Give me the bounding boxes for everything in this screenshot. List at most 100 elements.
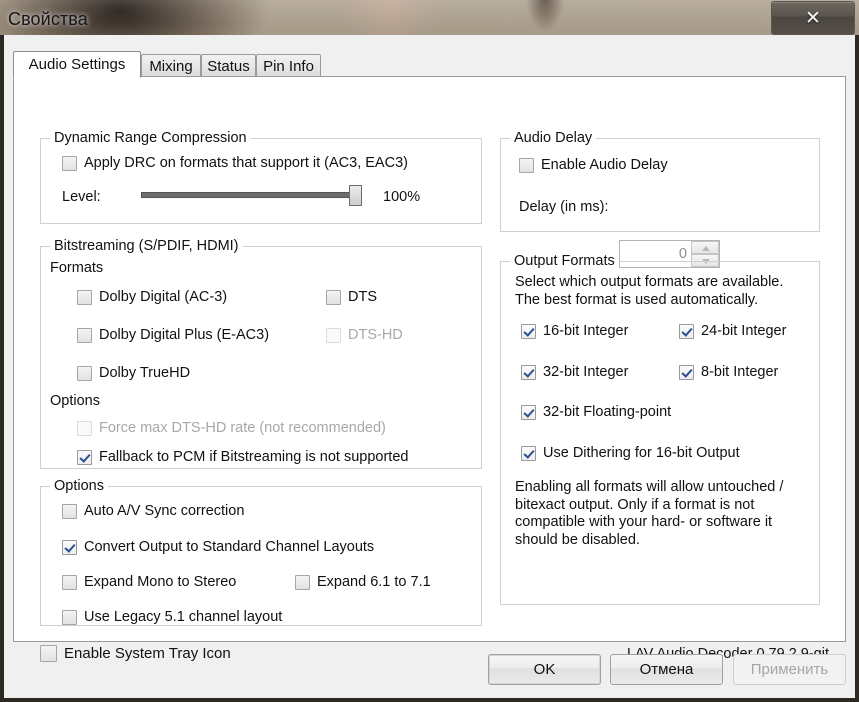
tab-audio-settings[interactable]: Audio Settings <box>13 51 141 78</box>
checkbox-box <box>521 323 536 339</box>
tab-label: Mixing <box>149 57 193 75</box>
checkbox-enable-audio-delay[interactable]: Enable Audio Delay <box>519 157 668 173</box>
formats-label: Formats <box>50 260 104 276</box>
checkbox-expand-mono-to-stereo[interactable]: Expand Mono to Stereo <box>62 574 236 590</box>
checkbox-box <box>77 449 92 465</box>
checkbox-label: Fallback to PCM if Bitstreaming is not s… <box>99 449 409 465</box>
apply-button: Применить <box>733 654 846 685</box>
checkbox-dolby-truehd[interactable]: Dolby TrueHD <box>77 365 190 381</box>
checkbox-label: Force max DTS-HD rate (not recommended) <box>99 420 386 436</box>
checkbox-label: Use Legacy 5.1 channel layout <box>84 609 283 625</box>
checkbox-box <box>62 155 77 171</box>
audio-settings-panel: Dynamic Range Compression Apply DRC on f… <box>13 76 846 662</box>
checkbox-label: Auto A/V Sync correction <box>84 503 245 519</box>
checkbox-box <box>62 609 77 625</box>
close-icon: ✕ <box>805 7 821 29</box>
tab-pin-info[interactable]: Pin Info <box>256 54 321 77</box>
checkbox-dolby-digital[interactable]: Dolby Digital (AC-3) <box>77 289 227 305</box>
tab-label: Pin Info <box>263 57 314 75</box>
checkbox-label: 16-bit Integer <box>543 323 629 339</box>
level-label: Level: <box>62 189 101 205</box>
tab-mixing[interactable]: Mixing <box>141 54 201 77</box>
output-formats-footnote: Enabling all formats will allow untouche… <box>515 479 784 548</box>
checkbox-label: Expand 6.1 to 7.1 <box>317 574 431 590</box>
checkbox-box <box>521 404 536 420</box>
options-group: Options Auto A/V Sync correction Convert… <box>40 478 482 626</box>
checkbox-label: DTS-HD <box>348 327 403 343</box>
chevron-up-icon <box>702 246 710 251</box>
checkbox-use-dithering-16-bit[interactable]: Use Dithering for 16-bit Output <box>521 445 740 461</box>
ok-button[interactable]: OK <box>488 654 601 685</box>
checkbox-32-bit-floating-point[interactable]: 32-bit Floating-point <box>521 404 671 420</box>
checkbox-dts-hd: DTS-HD <box>326 327 403 343</box>
level-value: 100% <box>383 189 421 205</box>
checkbox-label: 8-bit Integer <box>701 364 779 380</box>
checkbox-legacy-51-layout[interactable]: Use Legacy 5.1 channel layout <box>62 609 282 625</box>
button-label: Отмена <box>639 661 694 678</box>
checkbox-16-bit-integer[interactable]: 16-bit Integer <box>521 323 628 339</box>
checkbox-box <box>295 574 310 590</box>
audio-delay-group: Audio Delay Enable Audio Delay Delay (in… <box>500 130 820 232</box>
group-title: Audio Delay <box>510 130 597 146</box>
checkbox-fallback-to-pcm[interactable]: Fallback to PCM if Bitstreaming is not s… <box>77 449 408 465</box>
dynamic-range-compression-group: Dynamic Range Compression Apply DRC on f… <box>40 130 482 224</box>
group-title: Dynamic Range Compression <box>50 130 251 146</box>
checkbox-box <box>326 289 341 305</box>
checkbox-32-bit-integer[interactable]: 32-bit Integer <box>521 364 628 380</box>
checkbox-label: Enable System Tray Icon <box>64 645 231 662</box>
tab-strip: Audio Settings Mixing Status Pin Info <box>13 51 846 78</box>
checkbox-label: DTS <box>348 289 377 305</box>
checkbox-box <box>77 420 92 436</box>
checkbox-dts[interactable]: DTS <box>326 289 377 305</box>
checkbox-label: Expand Mono to Stereo <box>84 574 237 590</box>
checkbox-box <box>40 645 57 662</box>
delay-label: Delay (in ms): <box>519 199 609 215</box>
apply-drc-checkbox[interactable]: Apply DRC on formats that support it (AC… <box>62 155 408 171</box>
checkbox-label: 32-bit Integer <box>543 364 629 380</box>
slider-thumb[interactable] <box>349 185 362 206</box>
checkbox-box <box>521 445 536 461</box>
drc-level-slider[interactable] <box>141 185 373 206</box>
tab-label: Audio Settings <box>28 56 126 73</box>
checkbox-label: Dolby TrueHD <box>99 365 191 381</box>
output-formats-description: Select which output formats are availabl… <box>515 274 784 308</box>
group-title: Bitstreaming (S/PDIF, HDMI) <box>50 238 243 254</box>
checkbox-label: Use Dithering for 16-bit Output <box>543 445 740 461</box>
dialog-client-area: Audio Settings Mixing Status Pin Info Dy… <box>4 35 855 694</box>
bitstreaming-group: Bitstreaming (S/PDIF, HDMI) Formats Dolb… <box>40 238 482 469</box>
checkbox-expand-61-to-71[interactable]: Expand 6.1 to 7.1 <box>295 574 431 590</box>
checkbox-box <box>521 364 536 380</box>
output-formats-group: Output Formats Select which output forma… <box>500 253 820 605</box>
checkbox-label: 32-bit Floating-point <box>543 404 672 420</box>
group-title: Output Formats <box>510 253 619 269</box>
checkbox-box <box>77 327 92 343</box>
checkbox-label: Dolby Digital (AC-3) <box>99 289 228 305</box>
delay-value: 0 <box>678 246 687 262</box>
checkbox-box <box>77 365 92 381</box>
checkbox-label: 24-bit Integer <box>701 323 787 339</box>
close-button[interactable]: ✕ <box>771 1 855 35</box>
checkbox-box <box>519 157 534 173</box>
checkbox-box <box>62 503 77 519</box>
checkbox-box <box>326 327 341 343</box>
cancel-button[interactable]: Отмена <box>610 654 723 685</box>
button-label: Применить <box>750 661 829 678</box>
checkbox-label: Apply DRC on formats that support it (AC… <box>84 155 408 171</box>
checkbox-24-bit-integer[interactable]: 24-bit Integer <box>679 323 786 339</box>
checkbox-enable-system-tray-icon[interactable]: Enable System Tray Icon <box>40 645 231 662</box>
spinner-up-button[interactable] <box>691 241 719 254</box>
checkbox-box <box>62 574 77 590</box>
checkbox-auto-av-sync[interactable]: Auto A/V Sync correction <box>62 503 244 519</box>
window-title: Свойства <box>8 9 88 29</box>
checkbox-dolby-digital-plus[interactable]: Dolby Digital Plus (E-AC3) <box>77 327 269 343</box>
button-label: OK <box>533 661 556 678</box>
tab-status[interactable]: Status <box>201 54 256 77</box>
group-title: Options <box>50 478 108 494</box>
checkbox-label: Enable Audio Delay <box>541 157 668 173</box>
slider-track <box>141 192 359 198</box>
checkbox-8-bit-integer[interactable]: 8-bit Integer <box>679 364 778 380</box>
checkbox-convert-output-standard-layouts[interactable]: Convert Output to Standard Channel Layou… <box>62 539 374 555</box>
checkbox-label: Dolby Digital Plus (E-AC3) <box>99 327 270 343</box>
checkbox-box <box>62 539 77 555</box>
checkbox-box <box>77 289 92 305</box>
